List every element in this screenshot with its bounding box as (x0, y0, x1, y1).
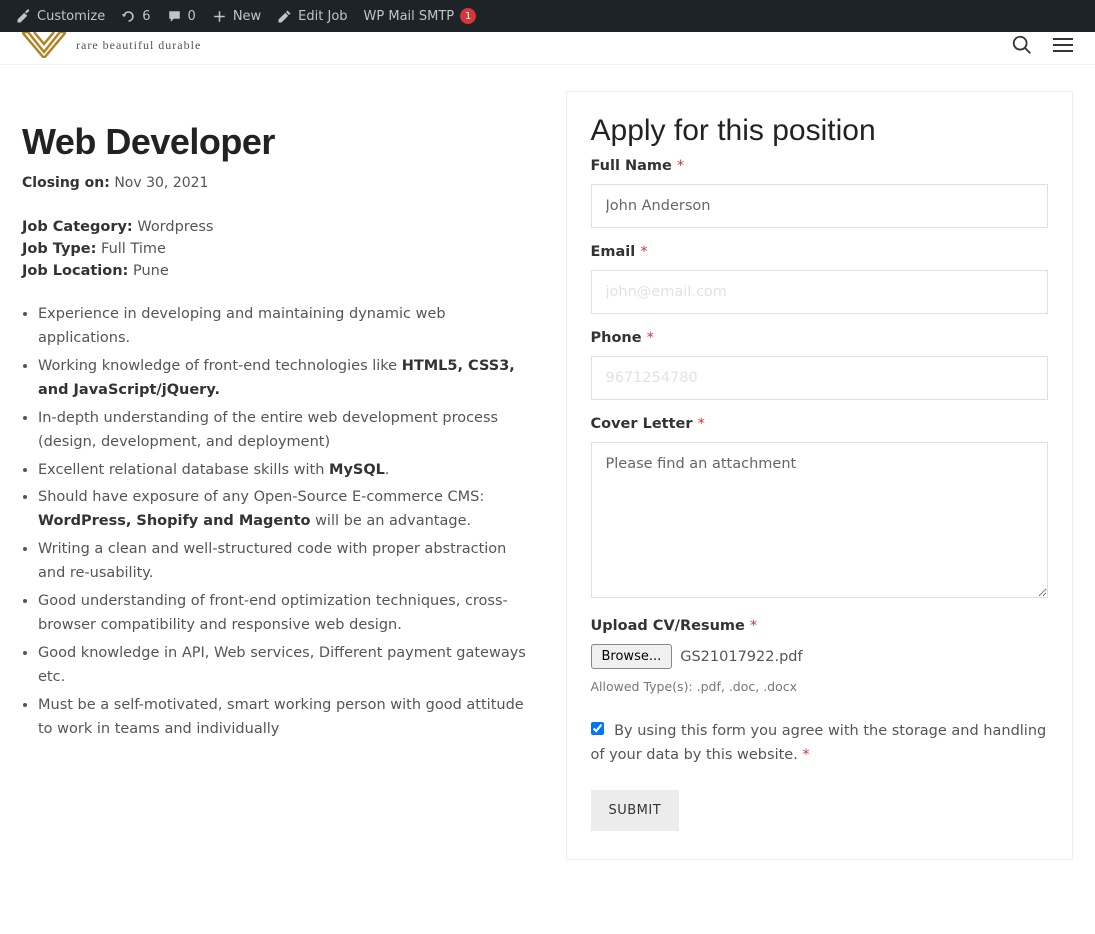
list-item: Writing a clean and well-structured code… (38, 538, 530, 586)
adminbar-new-label: New (233, 9, 261, 24)
phone-input[interactable] (591, 356, 1049, 400)
adminbar-comments-count: 0 (188, 9, 196, 24)
adminbar-edit-job[interactable]: Edit Job (269, 0, 355, 32)
mail-badge: 1 (460, 8, 476, 24)
list-item: Must be a self-motivated, smart working … (38, 694, 530, 742)
adminbar-new[interactable]: New (204, 0, 269, 32)
adminbar-customize[interactable]: Customize (8, 0, 113, 32)
apply-title: Apply for this position (591, 114, 1049, 148)
list-item: Working knowledge of front-end technolog… (38, 355, 530, 403)
menu-icon[interactable] (1053, 38, 1073, 52)
full-name-label: Full Name * (591, 158, 1049, 174)
adminbar-refresh-count: 6 (142, 9, 150, 24)
list-item: Experience in developing and maintaining… (38, 303, 530, 351)
selected-file-name: GS21017922.pdf (680, 649, 802, 665)
meta-type: Job Type: Full Time (22, 241, 530, 257)
consent-row[interactable]: By using this form you agree with the st… (591, 720, 1049, 768)
brush-icon (16, 9, 31, 24)
adminbar-edit-job-label: Edit Job (298, 9, 347, 24)
refresh-icon (121, 9, 136, 24)
meta-category: Job Category: Wordpress (22, 219, 530, 235)
adminbar-customize-label: Customize (37, 9, 105, 24)
consent-text: By using this form you agree with the st… (591, 723, 1047, 763)
list-item: Should have exposure of any Open-Source … (38, 486, 530, 534)
pencil-icon (277, 9, 292, 24)
submit-button[interactable]: SUBMIT (591, 790, 680, 831)
header-actions (1011, 34, 1073, 56)
comment-icon (167, 9, 182, 24)
closing-label: Closing on: (22, 175, 110, 191)
site-logo[interactable]: rare beautiful durable (22, 32, 201, 58)
list-item: Excellent relational database skills wit… (38, 459, 530, 483)
adminbar-refresh[interactable]: 6 (113, 0, 158, 32)
adminbar-comments[interactable]: 0 (159, 0, 204, 32)
adminbar-wp-mail-label: WP Mail SMTP (364, 9, 455, 24)
meta-location: Job Location: Pune (22, 263, 530, 279)
email-label: Email * (591, 244, 1049, 260)
page-title: Web Developer (22, 121, 530, 163)
closing-value: Nov 30, 2021 (114, 175, 208, 191)
logo-icon (22, 32, 66, 58)
cover-letter-label: Cover Letter * (591, 416, 1049, 432)
full-name-input[interactable] (591, 184, 1049, 228)
wp-admin-bar: Customize 6 0 New Edit Job WP Mail SMTP … (0, 0, 1095, 32)
list-item: Good understanding of front-end optimiza… (38, 590, 530, 638)
plus-icon (212, 9, 227, 24)
email-input[interactable] (591, 270, 1049, 314)
list-item: In-depth understanding of the entire web… (38, 407, 530, 455)
tagline: rare beautiful durable (76, 38, 201, 53)
list-item: Good knowledge in API, Web services, Dif… (38, 642, 530, 690)
apply-panel: Apply for this position Full Name * Emai… (566, 91, 1074, 860)
requirements-list: Experience in developing and maintaining… (22, 303, 530, 742)
adminbar-wp-mail-smtp[interactable]: WP Mail SMTP 1 (356, 0, 485, 32)
browse-button[interactable]: Browse... (591, 644, 673, 669)
consent-checkbox[interactable] (591, 722, 604, 735)
phone-label: Phone * (591, 330, 1049, 346)
cover-letter-input[interactable] (591, 442, 1049, 598)
upload-label: Upload CV/Resume * (591, 618, 1049, 634)
closing-line: Closing on: Nov 30, 2021 (22, 175, 530, 191)
allowed-types: Allowed Type(s): .pdf, .doc, .docx (591, 679, 1049, 694)
job-details: Web Developer Closing on: Nov 30, 2021 J… (22, 65, 530, 860)
search-icon[interactable] (1011, 34, 1033, 56)
site-header: rare beautiful durable (0, 32, 1095, 65)
